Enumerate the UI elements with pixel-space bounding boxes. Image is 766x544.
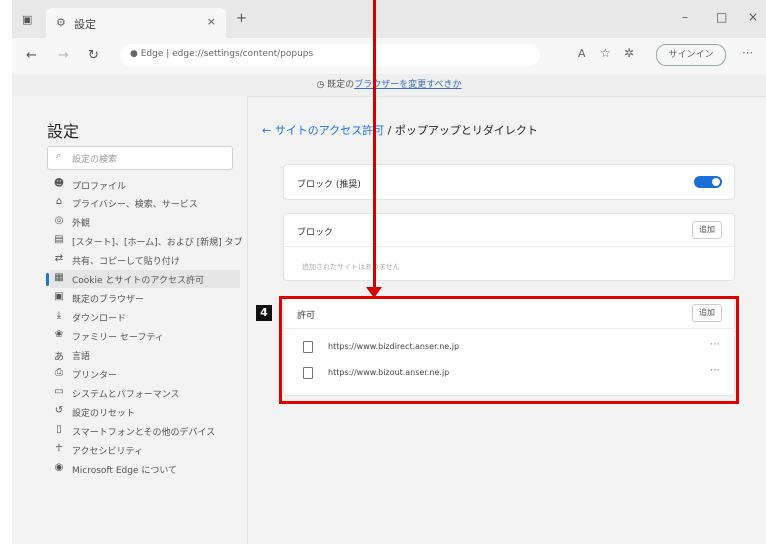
sidebar-item-label: Cookie とサイトのアクセス許可 bbox=[72, 276, 204, 286]
start-icon: ▤ bbox=[54, 234, 64, 245]
annotation-arrow-line bbox=[373, 0, 376, 292]
sidebar-item-label: プライバシー、検索、サービス bbox=[72, 200, 198, 210]
share-icon: ⇄ bbox=[54, 253, 64, 264]
breadcrumb-parent-link[interactable]: サイトのアクセス許可 bbox=[275, 124, 384, 137]
sidebar-item-cookies[interactable]: ▦ Cookie とサイトのアクセス許可 bbox=[46, 270, 240, 288]
forward-icon[interactable]: → bbox=[58, 48, 69, 63]
address-url: edge://settings/content/popups bbox=[172, 49, 314, 59]
sidebar-item-reset[interactable]: ↺ 設定のリセット bbox=[50, 403, 240, 421]
settings-title: 設定 bbox=[47, 122, 80, 141]
maximize-button[interactable]: □ bbox=[716, 10, 727, 24]
family-icon: ❀ bbox=[54, 329, 64, 340]
favorite-star-icon[interactable]: ☆ bbox=[600, 46, 611, 60]
info-bar: ◷ 既定のブラウザーを変更すべきか bbox=[12, 74, 766, 97]
reset-icon: ↺ bbox=[54, 405, 64, 416]
sidebar-item-share[interactable]: ⇄ 共有、コピーして貼り付け bbox=[50, 251, 240, 269]
block-toggle-label: ブロック (推奨) bbox=[297, 180, 361, 190]
sidebar-item-profile[interactable]: ☻ プロファイル bbox=[50, 176, 240, 194]
sidebar-item-label: プロファイル bbox=[72, 182, 127, 192]
sidebar-item-appearance[interactable]: ◎ 外観 bbox=[50, 213, 240, 231]
refresh-icon[interactable]: ↻ bbox=[88, 48, 99, 63]
sidebar-item-phone[interactable]: ▯ スマートフォンとその他のデバイス bbox=[50, 422, 240, 440]
sidebar-item-label: Microsoft Edge について bbox=[72, 466, 178, 476]
block-empty-text: 追加されたサイトはありません bbox=[302, 263, 400, 271]
sidebar-item-downloads[interactable]: ⤓ ダウンロード bbox=[50, 308, 240, 326]
sidebar-item-family[interactable]: ❀ ファミリー セーフティ bbox=[50, 327, 240, 345]
sidebar-item-label: システムとパフォーマンス bbox=[72, 390, 180, 400]
step-number-badge: 4 bbox=[256, 305, 272, 321]
sidebar-item-about[interactable]: ◉ Microsoft Edge について bbox=[50, 460, 240, 478]
sidebar-item-printer[interactable]: ⎙ プリンター bbox=[50, 365, 240, 383]
block-add-button[interactable]: 追加 bbox=[692, 221, 722, 239]
accessibility-icon: ☥ bbox=[55, 443, 63, 454]
block-list-card: ブロック 追加 追加されたサイトはありません bbox=[283, 213, 735, 281]
sidebar-item-privacy[interactable]: ⌂ プライバシー、検索、サービス bbox=[50, 194, 240, 212]
tab-actions-icon[interactable]: ▣ bbox=[22, 13, 32, 26]
sidebar-item-label: 既定のブラウザー bbox=[72, 295, 145, 305]
system-icon: ▭ bbox=[54, 386, 64, 397]
sidebar-item-start[interactable]: ▤ [スタート]、[ホーム]、および [新規] タブ bbox=[50, 232, 243, 250]
profile-icon: ☻ bbox=[53, 178, 65, 189]
divider bbox=[284, 246, 734, 247]
breadcrumb-separator: / bbox=[384, 124, 395, 137]
sidebar-item-label: 外観 bbox=[72, 219, 91, 229]
info-bar-link[interactable]: ブラウザーを変更すべきか bbox=[354, 80, 461, 90]
address-bar[interactable]: ● Edge | edge://settings/content/popups bbox=[120, 44, 540, 66]
appearance-icon: ◎ bbox=[54, 215, 64, 226]
page-title: ポップアップとリダイレクト bbox=[394, 124, 538, 137]
info-bar-text: 既定の bbox=[327, 80, 355, 90]
back-icon[interactable]: ← bbox=[26, 48, 37, 63]
sidebar-item-label: 共有、コピーして貼り付け bbox=[72, 257, 180, 267]
sidebar-item-label: [スタート]、[ホーム]、および [新規] タブ bbox=[72, 238, 243, 248]
sidebar-item-accessibility[interactable]: ☥ アクセシビリティ bbox=[50, 441, 240, 459]
sidebar-item-label: 設定のリセット bbox=[72, 409, 136, 419]
toggle-knob bbox=[712, 178, 720, 186]
edge-logo-icon: ● Edge | edge://settings/content/popups bbox=[130, 49, 314, 59]
minimize-button[interactable]: – bbox=[682, 10, 688, 24]
sidebar-item-label: ダウンロード bbox=[72, 314, 127, 324]
read-aloud-icon[interactable]: A bbox=[578, 47, 586, 60]
block-toggle-card: ブロック (推奨) bbox=[283, 164, 735, 200]
sidebar-item-language[interactable]: あ 言語 bbox=[50, 346, 240, 364]
sidebar-item-label: スマートフォンとその他のデバイス bbox=[72, 428, 216, 438]
back-arrow-icon[interactable]: ← bbox=[262, 124, 271, 137]
sidebar-item-system[interactable]: ▭ システムとパフォーマンス bbox=[50, 384, 240, 402]
browser-icon: ▣ bbox=[54, 291, 64, 302]
breadcrumb: ← サイトのアクセス許可 / ポップアップとリダイレクト bbox=[262, 122, 538, 138]
tab-settings[interactable]: ⚙ 設定 × bbox=[46, 8, 226, 38]
settings-gear-icon: ⚙ bbox=[56, 16, 66, 29]
new-tab-button[interactable]: + bbox=[236, 11, 247, 26]
phone-icon: ▯ bbox=[56, 424, 62, 435]
language-icon: あ bbox=[54, 352, 64, 363]
sidebar-item-label: プリンター bbox=[72, 371, 118, 381]
cookie-icon: ▦ bbox=[54, 272, 64, 283]
lock-icon: ⌂ bbox=[55, 196, 63, 207]
search-icon: ⌕ bbox=[56, 151, 62, 161]
settings-search-input[interactable]: ⌕ 設定の検索 bbox=[47, 146, 233, 170]
annotation-highlight-box bbox=[279, 296, 739, 404]
sidebar-item-label: アクセシビリティ bbox=[72, 447, 144, 457]
sidebar-item-default-browser[interactable]: ▣ 既定のブラウザー bbox=[50, 289, 240, 307]
tab-title: 設定 bbox=[74, 18, 96, 31]
info-bar-icon: ◷ bbox=[316, 80, 325, 90]
address-prefix: Edge bbox=[140, 49, 164, 59]
sidebar-item-label: ファミリー セーフティ bbox=[72, 333, 164, 343]
tab-close-icon[interactable]: × bbox=[207, 15, 216, 28]
close-window-button[interactable]: × bbox=[748, 10, 758, 24]
block-section-label: ブロック bbox=[297, 228, 334, 238]
sidebar-item-label: 言語 bbox=[72, 352, 91, 362]
printer-icon: ⎙ bbox=[55, 367, 63, 378]
edge-icon: ◉ bbox=[54, 462, 64, 473]
more-menu-icon[interactable]: ⋯ bbox=[742, 46, 753, 59]
signin-button[interactable]: サインイン bbox=[656, 44, 726, 66]
search-placeholder: 設定の検索 bbox=[72, 155, 118, 165]
block-toggle-switch[interactable] bbox=[694, 176, 722, 188]
download-icon: ⤓ bbox=[56, 310, 62, 321]
favorites-icon[interactable]: ✲ bbox=[624, 46, 634, 60]
